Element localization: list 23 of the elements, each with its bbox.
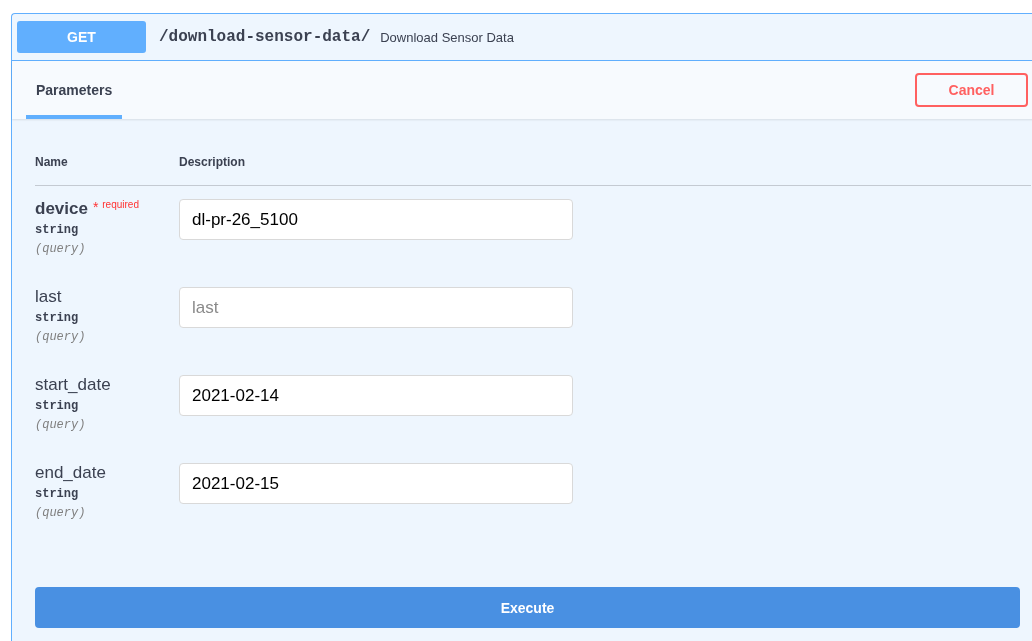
parameters-tab[interactable]: Parameters (26, 61, 123, 119)
parameter-name: device (35, 199, 88, 219)
parameter-name: start_date (35, 375, 111, 395)
parameter-name: end_date (35, 463, 106, 483)
parameter-location: (query) (35, 506, 87, 520)
input-field[interactable]: 2021-02-15 (179, 463, 573, 504)
endpoint-path: /download-sensor-data/ (159, 28, 371, 46)
method-badge: GET (17, 21, 146, 53)
parameter-type: string (35, 311, 80, 325)
parameter-type: string (35, 399, 80, 413)
parameter-location: (query) (35, 418, 87, 432)
column-header: Description (179, 155, 245, 169)
column-header: Name (35, 155, 69, 169)
input-field[interactable]: dl-pr-26_5100 (179, 199, 573, 240)
parameter-location: (query) (35, 242, 87, 256)
parameter-type: string (35, 223, 80, 237)
parameter-location: (query) (35, 330, 87, 344)
endpoint-summary: Download Sensor Data (380, 29, 514, 45)
input-field[interactable]: 2021-02-14 (179, 375, 573, 416)
parameter-name: last (35, 287, 62, 307)
parameter-type: string (35, 487, 80, 501)
input-field[interactable]: last (179, 287, 573, 328)
required-label: * $^{required}$ (92, 199, 139, 215)
